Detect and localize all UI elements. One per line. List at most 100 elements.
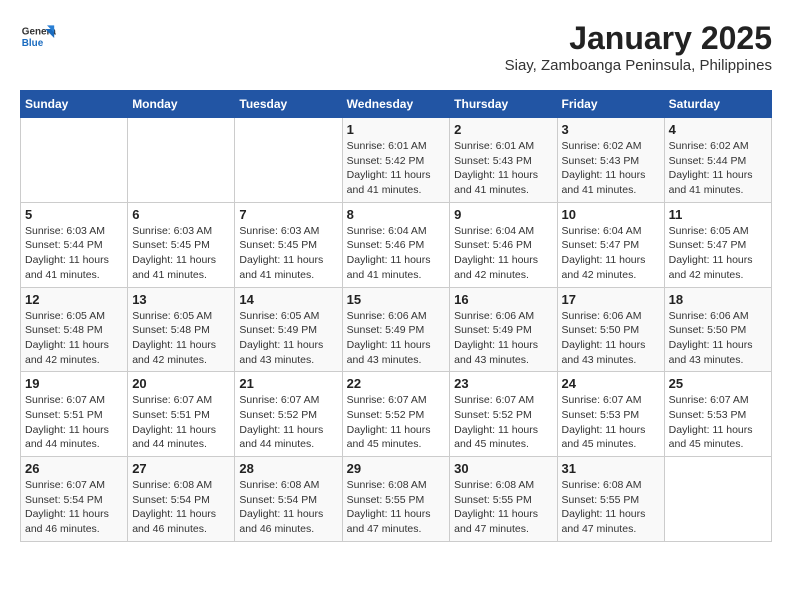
calendar-cell: 18 Sunrise: 6:06 AM Sunset: 5:50 PM Dayli… — [664, 287, 771, 372]
calendar-week-3: 12Sunrise: 6:05 AM Sunset: 5:48 PM Dayli… — [21, 287, 772, 372]
day-info: Sunrise: 6:07 AM Sunset: 5:52 PM Dayligh… — [347, 393, 446, 452]
day-number: 25 — [669, 376, 767, 391]
calendar-cell: 21 Sunrise: 6:07 AM Sunset: 5:52 PM Dayli… — [235, 372, 342, 457]
day-number: 18 — [669, 292, 767, 307]
day-info: Sunrise: 6:08 AM Sunset: 5:54 PM Dayligh… — [239, 478, 337, 537]
calendar-cell: 13 Sunrise: 6:05 AM Sunset: 5:48 PM Dayli… — [128, 287, 235, 372]
day-info: Sunrise: 6:04 AM Sunset: 5:46 PM Dayligh… — [347, 224, 446, 283]
calendar-cell: 10 Sunrise: 6:04 AM Sunset: 5:47 PM Dayli… — [557, 202, 664, 287]
day-info: Sunrise: 6:06 AM Sunset: 5:50 PM Dayligh… — [562, 309, 660, 368]
day-number: 26 — [25, 461, 123, 476]
calendar-week-4: 19 Sunrise: 6:07 AM Sunset: 5:51 PM Dayli… — [21, 372, 772, 457]
day-info: Sunrise: 6:04 AM Sunset: 5:47 PM Dayligh… — [562, 224, 660, 283]
day-number: 4 — [669, 122, 767, 137]
calendar-cell: 2Sunrise: 6:01 AM Sunset: 5:43 PM Daylig… — [450, 118, 557, 203]
page-title: January 2025 — [505, 20, 772, 57]
day-number: 2 — [454, 122, 552, 137]
header-saturday: Saturday — [664, 91, 771, 118]
day-info: Sunrise: 6:02 AM Sunset: 5:43 PM Dayligh… — [562, 139, 660, 198]
day-number: 31 — [562, 461, 660, 476]
day-info: Sunrise: 6:07 AM Sunset: 5:52 PM Dayligh… — [239, 393, 337, 452]
day-number: 14 — [239, 292, 337, 307]
calendar-cell: 5 Sunrise: 6:03 AM Sunset: 5:44 PM Daylig… — [21, 202, 128, 287]
day-number: 19 — [25, 376, 123, 391]
day-info: Sunrise: 6:05 AM Sunset: 5:48 PM Dayligh… — [25, 309, 123, 368]
calendar-cell: 9Sunrise: 6:04 AM Sunset: 5:46 PM Daylig… — [450, 202, 557, 287]
day-info: Sunrise: 6:01 AM Sunset: 5:42 PM Dayligh… — [347, 139, 446, 198]
day-number: 13 — [132, 292, 230, 307]
day-number: 11 — [669, 207, 767, 222]
calendar-cell: 27 Sunrise: 6:08 AM Sunset: 5:54 PM Dayli… — [128, 457, 235, 542]
day-info: Sunrise: 6:03 AM Sunset: 5:45 PM Dayligh… — [132, 224, 230, 283]
calendar-cell: 14 Sunrise: 6:05 AM Sunset: 5:49 PM Dayli… — [235, 287, 342, 372]
day-number: 22 — [347, 376, 446, 391]
day-info: Sunrise: 6:05 AM Sunset: 5:49 PM Dayligh… — [239, 309, 337, 368]
calendar-cell: 15 Sunrise: 6:06 AM Sunset: 5:49 PM Dayli… — [342, 287, 450, 372]
calendar-cell — [664, 457, 771, 542]
day-number: 6 — [132, 207, 230, 222]
calendar-cell — [21, 118, 128, 203]
day-number: 3 — [562, 122, 660, 137]
calendar-cell: 26 Sunrise: 6:07 AM Sunset: 5:54 PM Dayli… — [21, 457, 128, 542]
calendar-cell — [128, 118, 235, 203]
page-subtitle: Siay, Zamboanga Peninsula, Philippines — [505, 57, 772, 74]
day-number: 23 — [454, 376, 552, 391]
day-info: Sunrise: 6:07 AM Sunset: 5:51 PM Dayligh… — [132, 393, 230, 452]
calendar-cell: 6 Sunrise: 6:03 AM Sunset: 5:45 PM Daylig… — [128, 202, 235, 287]
calendar-week-2: 5 Sunrise: 6:03 AM Sunset: 5:44 PM Daylig… — [21, 202, 772, 287]
calendar-cell: 1 Sunrise: 6:01 AM Sunset: 5:42 PM Daylig… — [342, 118, 450, 203]
logo-icon: General Blue — [20, 20, 56, 56]
day-info: Sunrise: 6:03 AM Sunset: 5:45 PM Dayligh… — [239, 224, 337, 283]
day-number: 20 — [132, 376, 230, 391]
calendar-cell: 19 Sunrise: 6:07 AM Sunset: 5:51 PM Dayli… — [21, 372, 128, 457]
day-info: Sunrise: 6:05 AM Sunset: 5:48 PM Dayligh… — [132, 309, 230, 368]
day-number: 29 — [347, 461, 446, 476]
calendar-cell: 7 Sunrise: 6:03 AM Sunset: 5:45 PM Daylig… — [235, 202, 342, 287]
day-info: Sunrise: 6:03 AM Sunset: 5:44 PM Dayligh… — [25, 224, 123, 283]
day-info: Sunrise: 6:02 AM Sunset: 5:44 PM Dayligh… — [669, 139, 767, 198]
day-info: Sunrise: 6:06 AM Sunset: 5:50 PM Dayligh… — [669, 309, 767, 368]
day-info: Sunrise: 6:08 AM Sunset: 5:55 PM Dayligh… — [347, 478, 446, 537]
day-number: 8 — [347, 207, 446, 222]
day-number: 27 — [132, 461, 230, 476]
calendar-cell — [235, 118, 342, 203]
calendar-cell: 28Sunrise: 6:08 AM Sunset: 5:54 PM Dayli… — [235, 457, 342, 542]
day-number: 24 — [562, 376, 660, 391]
calendar-cell: 29 Sunrise: 6:08 AM Sunset: 5:55 PM Dayli… — [342, 457, 450, 542]
header-tuesday: Tuesday — [235, 91, 342, 118]
day-info: Sunrise: 6:07 AM Sunset: 5:51 PM Dayligh… — [25, 393, 123, 452]
day-number: 7 — [239, 207, 337, 222]
calendar-cell: 12Sunrise: 6:05 AM Sunset: 5:48 PM Dayli… — [21, 287, 128, 372]
day-info: Sunrise: 6:07 AM Sunset: 5:52 PM Dayligh… — [454, 393, 552, 452]
calendar-cell: 22 Sunrise: 6:07 AM Sunset: 5:52 PM Dayli… — [342, 372, 450, 457]
day-number: 30 — [454, 461, 552, 476]
title-block: January 2025 Siay, Zamboanga Peninsula, … — [505, 20, 772, 74]
calendar-header-row: Sunday Monday Tuesday Wednesday Thursday… — [21, 91, 772, 118]
calendar-table: Sunday Monday Tuesday Wednesday Thursday… — [20, 90, 772, 542]
day-number: 17 — [562, 292, 660, 307]
day-info: Sunrise: 6:07 AM Sunset: 5:54 PM Dayligh… — [25, 478, 123, 537]
day-number: 9 — [454, 207, 552, 222]
calendar-cell: 23 Sunrise: 6:07 AM Sunset: 5:52 PM Dayli… — [450, 372, 557, 457]
day-info: Sunrise: 6:08 AM Sunset: 5:54 PM Dayligh… — [132, 478, 230, 537]
calendar-cell: 3 Sunrise: 6:02 AM Sunset: 5:43 PM Daylig… — [557, 118, 664, 203]
calendar-cell: 31 Sunrise: 6:08 AM Sunset: 5:55 PM Dayli… — [557, 457, 664, 542]
day-info: Sunrise: 6:08 AM Sunset: 5:55 PM Dayligh… — [454, 478, 552, 537]
calendar-cell: 16 Sunrise: 6:06 AM Sunset: 5:49 PM Dayli… — [450, 287, 557, 372]
header-wednesday: Wednesday — [342, 91, 450, 118]
calendar-cell: 17 Sunrise: 6:06 AM Sunset: 5:50 PM Dayli… — [557, 287, 664, 372]
day-number: 10 — [562, 207, 660, 222]
day-info: Sunrise: 6:06 AM Sunset: 5:49 PM Dayligh… — [347, 309, 446, 368]
day-info: Sunrise: 6:05 AM Sunset: 5:47 PM Dayligh… — [669, 224, 767, 283]
day-info: Sunrise: 6:08 AM Sunset: 5:55 PM Dayligh… — [562, 478, 660, 537]
svg-text:Blue: Blue — [22, 38, 44, 49]
day-number: 5 — [25, 207, 123, 222]
day-number: 1 — [347, 122, 446, 137]
day-info: Sunrise: 6:06 AM Sunset: 5:49 PM Dayligh… — [454, 309, 552, 368]
day-number: 15 — [347, 292, 446, 307]
header-friday: Friday — [557, 91, 664, 118]
day-number: 16 — [454, 292, 552, 307]
calendar-cell: 30 Sunrise: 6:08 AM Sunset: 5:55 PM Dayli… — [450, 457, 557, 542]
day-number: 21 — [239, 376, 337, 391]
calendar-week-5: 26 Sunrise: 6:07 AM Sunset: 5:54 PM Dayli… — [21, 457, 772, 542]
